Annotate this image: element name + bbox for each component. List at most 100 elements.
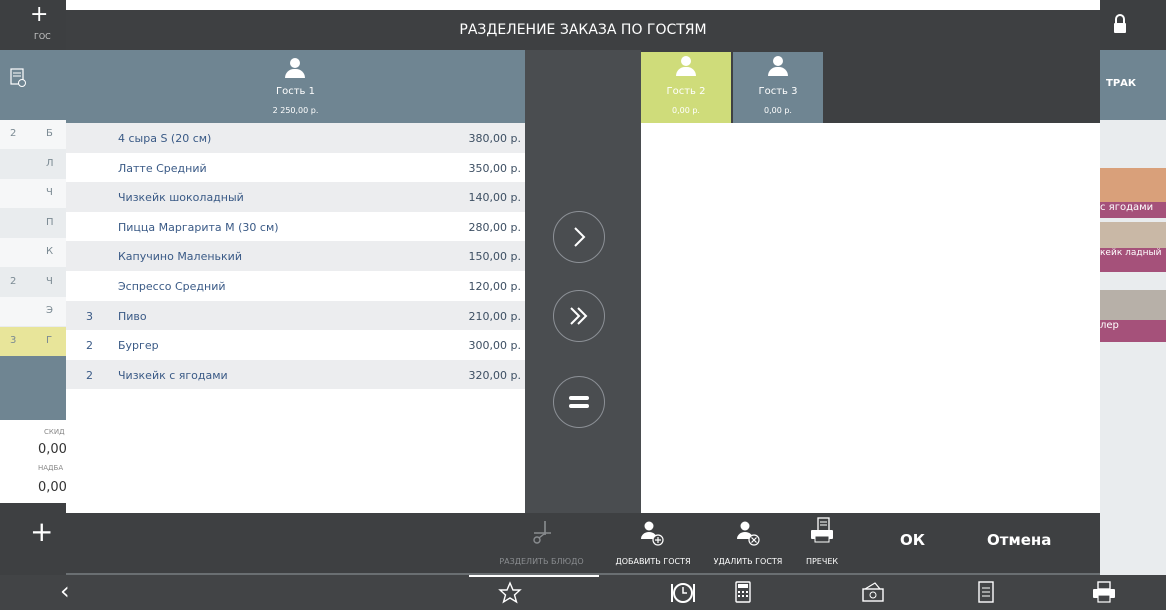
item-name: Пиво xyxy=(118,309,147,323)
menu-category-label: ТРАК xyxy=(1106,78,1137,89)
order-item-row[interactable]: Эспрессо Средний 120,00 р. xyxy=(66,271,525,301)
receipt-toolbar[interactable] xyxy=(0,50,66,120)
menu-tile-cheesecake[interactable]: кейк ладный xyxy=(1100,222,1166,272)
menu-tile-label: лер xyxy=(1100,320,1166,342)
item-name: Эспрессо Средний xyxy=(118,280,226,293)
back-arrow-icon[interactable]: ‹ xyxy=(60,577,70,605)
split-dish-label: РАЗДЕЛИТЬ БЛЮДО xyxy=(499,557,584,566)
background-row-name: Э xyxy=(46,305,53,316)
background-order-row: Ч xyxy=(0,179,66,208)
precheck-button[interactable]: ПРЕЧЕК xyxy=(794,513,850,573)
item-name: 4 сыра S (20 см) xyxy=(118,132,212,145)
item-price: 120,00 р. xyxy=(468,280,521,293)
split-equally-button[interactable] xyxy=(553,376,605,428)
background-top-strip xyxy=(0,0,1166,10)
lock-icon xyxy=(1114,14,1126,33)
split-order-modal: РАЗДЕЛЕНИЕ ЗАКАЗА ПО ГОСТЯМ Гость 1 2 25… xyxy=(66,10,1100,573)
ok-button[interactable]: ОК xyxy=(900,531,925,549)
background-order-footer xyxy=(0,356,66,420)
background-order-row: 2Ч xyxy=(0,267,66,297)
background-right-menu-panel: ТРАК с ягодами кейк ладный лер xyxy=(1100,0,1166,575)
item-name: Бургер xyxy=(118,339,159,353)
tab-guest-2[interactable]: Гость 2 0,00 р. xyxy=(641,52,731,123)
background-order-row: Л xyxy=(0,149,66,179)
person-icon xyxy=(768,56,788,76)
move-controls xyxy=(525,50,641,513)
background-row-name: К xyxy=(46,246,54,257)
person-icon xyxy=(285,58,305,78)
item-price: 150,00 р. xyxy=(468,250,521,264)
printer-icon xyxy=(811,517,833,543)
remove-guest-label: УДАЛИТЬ ГОСТЯ xyxy=(713,557,783,566)
modal-title: РАЗДЕЛЕНИЕ ЗАКАЗА ПО ГОСТЯМ xyxy=(459,22,707,38)
star-icon[interactable] xyxy=(498,581,522,605)
background-row-name: Ч xyxy=(46,187,53,198)
cash-icon[interactable] xyxy=(860,581,886,603)
plus-icon: + xyxy=(30,515,54,548)
background-row-qty: 3 xyxy=(10,334,17,346)
discount-label: СКИД xyxy=(44,428,65,436)
item-price: 350,00 р. xyxy=(468,161,521,175)
item-quantity: 2 xyxy=(86,339,93,353)
chevron-right-icon xyxy=(574,227,586,247)
guest-name: Гость 2 xyxy=(666,86,706,97)
receipt-icon xyxy=(10,68,26,87)
equals-icon xyxy=(569,396,589,408)
item-name: Чизкейк шоколадный xyxy=(118,191,244,205)
add-guest-label: ДОБАВИТЬ ГОСТЯ xyxy=(615,557,691,566)
plus-icon: + xyxy=(30,2,49,27)
tab-guest-3[interactable]: Гость 3 0,00 р. xyxy=(733,52,823,123)
background-row-qty: 2 xyxy=(10,128,17,139)
lock-button[interactable] xyxy=(1100,0,1166,50)
order-item-row[interactable]: 2 Бургер 300,00 р. xyxy=(66,330,525,360)
move-one-button[interactable] xyxy=(553,211,605,263)
guest-total: 2 250,00 р. xyxy=(272,106,319,115)
document-icon[interactable] xyxy=(978,581,994,603)
item-price: 280,00 р. xyxy=(468,220,521,234)
order-item-row[interactable]: Латте Средний 350,00 р. xyxy=(66,153,525,183)
order-item-row[interactable]: 2 Чизкейк с ягодами 320,00 р. xyxy=(66,359,525,390)
cancel-button[interactable]: Отмена xyxy=(987,531,1051,549)
remove-guest-button[interactable]: УДАЛИТЬ ГОСТЯ xyxy=(704,513,792,573)
menu-tile-eclair[interactable]: лер xyxy=(1100,290,1166,342)
move-all-button[interactable] xyxy=(553,290,605,342)
menu-category[interactable]: ТРАК xyxy=(1100,50,1166,120)
item-name: Латте Средний xyxy=(118,161,207,175)
order-items-list: 4 сыра S (20 см) 380,00 р. Латте Средний 35… xyxy=(66,123,525,513)
active-indicator xyxy=(469,575,599,577)
order-item-row[interactable]: 4 сыра S (20 см) 380,00 р. xyxy=(66,123,525,153)
order-item-row[interactable]: Чизкейк шоколадный 140,00 р. xyxy=(66,182,525,212)
order-item-row[interactable]: Пицца Маргарита М (30 см) 280,00 р. xyxy=(66,212,525,242)
order-item-row[interactable]: Капучино Маленький 150,00 р. xyxy=(66,241,525,271)
modal-footer: РАЗДЕЛИТЬ БЛЮДО ДОБАВИТЬ ГОСТЯ УДАЛИТЬ Г… xyxy=(66,513,1100,573)
guest-header[interactable]: + ГОС xyxy=(0,0,66,50)
item-quantity: 3 xyxy=(86,309,93,323)
item-price: 210,00 р. xyxy=(468,309,521,323)
item-name: Капучино Маленький xyxy=(118,250,242,264)
guest-total: 0,00 р. xyxy=(764,106,792,115)
add-person-icon xyxy=(641,521,664,546)
background-order-row: П xyxy=(0,208,66,238)
add-order-button[interactable]: + xyxy=(0,503,66,575)
double-chevron-right-icon xyxy=(570,307,588,325)
markup-label: НАДБА xyxy=(38,464,64,472)
menu-tile-berries[interactable]: с ягодами xyxy=(1100,168,1166,218)
scissors-icon xyxy=(533,521,551,544)
guest-1-header[interactable]: Гость 1 2 250,00 р. xyxy=(66,50,525,123)
item-price: 300,00 р. xyxy=(468,339,521,353)
background-row-name: Ч xyxy=(46,275,53,287)
printer-icon[interactable] xyxy=(1092,581,1116,603)
remove-person-icon xyxy=(737,521,760,546)
markup-value: 0,00 xyxy=(38,480,67,495)
guest-name: Гость 1 xyxy=(276,86,315,97)
order-item-row[interactable]: 3 Пиво 210,00 р. xyxy=(66,300,525,331)
menu-tile-label: с ягодами xyxy=(1100,202,1166,218)
clock-icon[interactable] xyxy=(669,581,697,605)
calculator-icon[interactable] xyxy=(735,581,751,603)
background-row-qty: 2 xyxy=(10,275,17,287)
add-guest-button[interactable]: ДОБАВИТЬ ГОСТЯ xyxy=(604,513,702,573)
split-dish-button[interactable]: РАЗДЕЛИТЬ БЛЮДО xyxy=(479,513,604,573)
background-order-row: 3Г xyxy=(0,326,66,356)
background-left-order-panel: + ГОС 2БЛЧПК2ЧЭ3Г СКИД 0,00 НАДБА 0,00 + xyxy=(0,0,67,575)
menu-tile-label: кейк ладный xyxy=(1100,248,1166,272)
